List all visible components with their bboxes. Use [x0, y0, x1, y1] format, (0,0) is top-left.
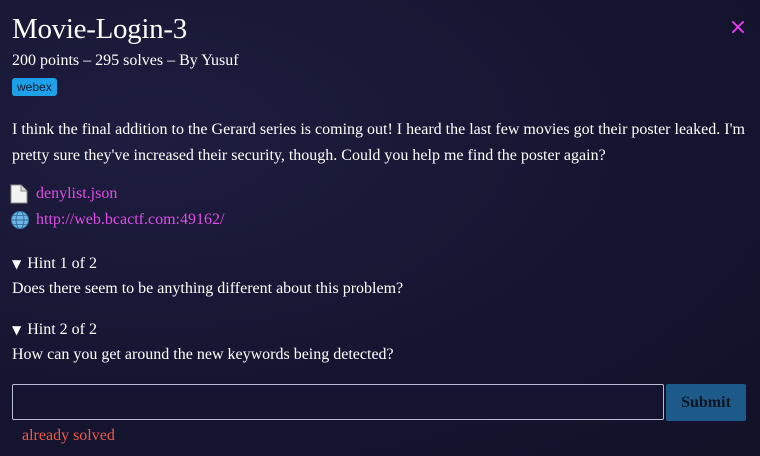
- hint-1-toggle[interactable]: ▼ Hint 1 of 2: [12, 254, 97, 274]
- triangle-down-icon: ▼: [12, 257, 22, 271]
- hint-2-toggle[interactable]: ▼ Hint 2 of 2: [12, 320, 97, 340]
- triangle-down-icon: ▼: [12, 323, 22, 337]
- submit-button[interactable]: Submit: [666, 384, 746, 421]
- challenge-url-link[interactable]: http://web.bcactf.com:49162/: [36, 210, 224, 230]
- challenge-description: I think the final addition to the Gerard…: [12, 121, 745, 164]
- category-tag: webex: [12, 78, 57, 96]
- close-icon[interactable]: ×: [728, 14, 748, 42]
- attachment-file: denylist.json: [10, 184, 117, 204]
- hint-1-text: Does there seem to be anything different…: [12, 280, 404, 297]
- hint-1-header: Hint 1 of 2: [27, 255, 98, 272]
- attachment-link[interactable]: denylist.json: [36, 184, 117, 204]
- attachment-url: http://web.bcactf.com:49162/: [10, 210, 224, 230]
- hint-2-text: How can you get around the new keywords …: [12, 346, 394, 363]
- challenge-meta: 200 points – 295 solves – By Yusuf: [12, 52, 239, 69]
- challenge-title: Movie-Login-3: [12, 13, 187, 45]
- solve-status: already solved: [22, 427, 115, 444]
- hint-2-header: Hint 2 of 2: [27, 321, 98, 338]
- globe-icon: [10, 210, 29, 230]
- flag-input[interactable]: [12, 384, 664, 420]
- file-icon: [10, 184, 28, 204]
